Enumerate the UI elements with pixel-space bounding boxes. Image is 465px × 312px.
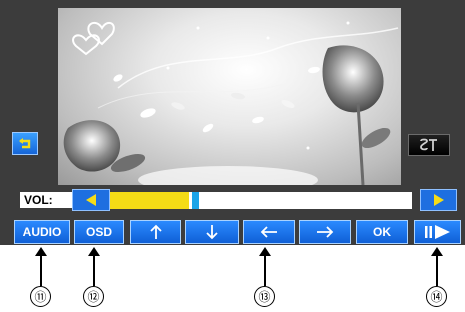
callout-12-number: ⑫ <box>83 286 104 307</box>
up-button[interactable] <box>130 220 181 244</box>
play-pause-icon <box>424 225 450 239</box>
osd-button[interactable]: OSD <box>74 220 124 244</box>
video-frame-image <box>63 21 399 185</box>
audio-button[interactable]: AUDIO <box>14 220 70 244</box>
callout-14-number: ⑭ <box>426 286 447 307</box>
volume-label: VOL: <box>20 192 74 208</box>
left-button[interactable] <box>243 220 295 244</box>
volume-slider-track[interactable] <box>110 192 412 209</box>
volume-slider-knob[interactable] <box>190 192 201 209</box>
player-panel: VOL: AUDIO OSD OK <box>0 0 465 245</box>
subtitle-button[interactable] <box>408 134 450 156</box>
callout-12-line <box>93 255 95 286</box>
volume-control: VOL: <box>12 189 457 213</box>
video-display <box>58 8 401 185</box>
down-button[interactable] <box>185 220 239 244</box>
left-arrow-icon <box>260 226 277 238</box>
callout-11-number: ⑪ <box>30 286 51 307</box>
up-arrow-icon <box>149 224 162 239</box>
right-button[interactable] <box>299 220 351 244</box>
left-triangle-icon <box>86 194 96 206</box>
repeat-icon <box>19 137 31 148</box>
right-triangle-icon <box>433 194 444 206</box>
volume-down-button[interactable] <box>72 189 110 211</box>
callout-14-line <box>436 255 438 286</box>
callout-13-number: ⑬ <box>254 286 275 307</box>
down-arrow-icon <box>206 225 218 240</box>
volume-up-button[interactable] <box>420 189 457 211</box>
subtitle-icon <box>420 138 437 151</box>
right-arrow-icon <box>317 226 334 238</box>
play-pause-button[interactable] <box>414 220 461 244</box>
callout-13-line <box>264 255 266 286</box>
repeat-button[interactable] <box>12 132 38 155</box>
volume-slider-fill <box>110 192 189 209</box>
ok-button[interactable]: OK <box>356 220 408 244</box>
callout-11-line <box>40 255 42 286</box>
